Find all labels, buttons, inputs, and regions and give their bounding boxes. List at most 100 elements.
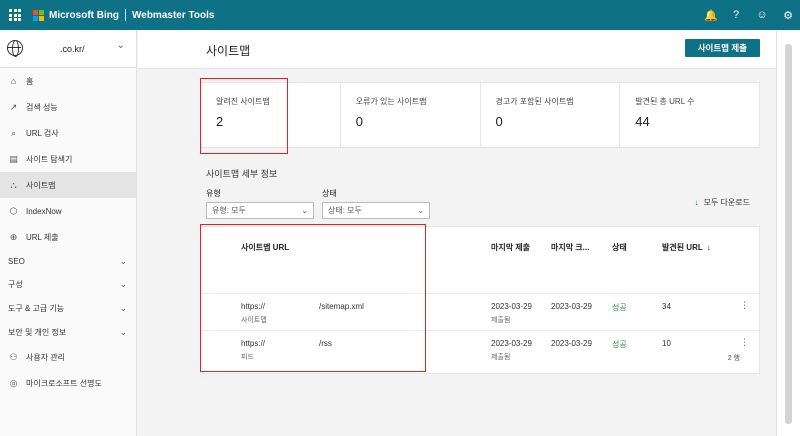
row-discovered: 34 xyxy=(662,302,671,311)
row-url-prefix: https:// xyxy=(241,302,266,311)
row-url-path[interactable]: /sitemap.xml xyxy=(319,302,364,311)
site-name: .co.kr/ xyxy=(60,44,85,54)
table-row[interactable]: https:// /rss 피드 2023-03-29 제출됨 2023-03-… xyxy=(201,330,759,367)
column-header-last-submitted[interactable]: 마지막 제출 xyxy=(491,242,530,253)
chevron-down-icon: ⌄ xyxy=(116,40,125,51)
stat-value: 0 xyxy=(495,114,503,129)
gear-icon[interactable]: ⚙ xyxy=(782,9,794,22)
sort-down-icon: ↓ xyxy=(706,243,711,252)
column-header-discovered[interactable]: 발견된 URL ↓ xyxy=(662,242,711,253)
sidebar-item-indexnow[interactable]: ⬡ IndexNow xyxy=(0,198,136,224)
sidebar-item-label: URL 검사 xyxy=(26,128,59,138)
chevron-down-icon: ⌄ xyxy=(119,255,127,266)
stat-discovered-urls: 발견된 총 URL 수 44 xyxy=(620,83,759,147)
status-filter-select[interactable]: 상태: 모두 ⌄ xyxy=(322,202,430,219)
type-filter-label: 유형 xyxy=(206,189,221,198)
help-icon[interactable]: ? xyxy=(730,9,742,21)
page-title: 사이트맵 xyxy=(206,44,251,58)
microsoft-logo-icon xyxy=(33,9,44,21)
stat-value: 0 xyxy=(355,114,363,129)
sidebar-item-user-management[interactable]: ⚇ 사용자 관리 xyxy=(0,344,136,370)
stat-error-sitemaps: 오류가 있는 사이트맵 0 xyxy=(341,83,481,147)
stat-label: 발견된 총 URL 수 xyxy=(635,97,695,106)
site-selector[interactable]: .co.kr/ ⌄ xyxy=(0,30,136,68)
page-header: 사이트맵 사이트맵 제출 xyxy=(138,30,776,69)
row-last-submitted: 2023-03-29 xyxy=(491,302,532,311)
top-icons: 🔔 ? ☺ ⚙ xyxy=(704,0,794,30)
type-filter-value: 유형: 모두 xyxy=(212,206,246,215)
bell-icon[interactable]: 🔔 xyxy=(704,9,718,22)
scrollbar[interactable] xyxy=(776,30,800,436)
sidebar-item-label: URL 제출 xyxy=(26,232,59,242)
more-options-icon[interactable]: ⋮ xyxy=(740,337,749,348)
globe-plus-icon: ⊕ xyxy=(9,231,18,242)
stats-card: 알려진 사이트맵 2 오류가 있는 사이트맵 0 경고가 포함된 사이트맵 0 … xyxy=(200,82,760,148)
clarity-icon: ◎ xyxy=(9,377,18,388)
chevron-down-icon: ⌄ xyxy=(301,206,308,215)
section-title: 사이트맵 세부 정보 xyxy=(206,169,278,179)
row-kind: 피드 xyxy=(241,354,254,361)
row-url-path[interactable]: /rss xyxy=(319,339,332,348)
row-discovered: 10 xyxy=(662,339,671,348)
status-filter-value: 상태: 모두 xyxy=(328,206,362,215)
home-icon: ⌂ xyxy=(10,76,17,86)
sidebar-item-site-explorer[interactable]: ▤ 사이트 탐색기 xyxy=(0,146,136,172)
scrollbar-thumb[interactable] xyxy=(785,44,792,424)
status-filter-label: 상태 xyxy=(322,189,337,198)
top-bar: Microsoft Bing Webmaster Tools 🔔 ? ☺ ⚙ xyxy=(0,0,800,30)
app-launcher-icon[interactable] xyxy=(9,9,21,21)
stat-known-sitemaps: 알려진 사이트맵 2 xyxy=(201,83,341,147)
brand-divider xyxy=(125,9,126,21)
column-header-status[interactable]: 상태 xyxy=(612,242,627,253)
download-label: 모두 다운로드 xyxy=(703,198,750,207)
sidebar-item-clarity[interactable]: ◎ 마이크로소프트 선명도 xyxy=(0,370,136,396)
users-icon: ⚇ xyxy=(9,351,18,362)
column-header-url[interactable]: 사이트맵 URL xyxy=(241,242,289,253)
sidebar-section-seo[interactable]: SEO ⌄ xyxy=(0,250,136,272)
sidebar-item-label: 사이트맵 xyxy=(26,180,56,190)
stat-warning-sitemaps: 경고가 포함된 사이트맵 0 xyxy=(481,83,621,147)
brand-name[interactable]: Microsoft Bing xyxy=(49,10,119,21)
status-badge: 성공 xyxy=(612,340,627,349)
table-row[interactable]: https:// /sitemap.xml 사이트맵 2023-03-29 제출… xyxy=(201,293,759,330)
chevron-down-icon: ⌄ xyxy=(119,326,127,337)
stat-label: 알려진 사이트맵 xyxy=(216,97,270,106)
sidebar-section-config[interactable]: 구성 ⌄ xyxy=(0,272,136,296)
more-options-icon[interactable]: ⋮ xyxy=(740,300,749,311)
sidebar-item-url-submission[interactable]: ⊕ URL 제출 xyxy=(0,224,136,250)
row-kind: 사이트맵 xyxy=(241,317,267,324)
row-count: 2 행 xyxy=(727,355,740,362)
document-icon: ▤ xyxy=(9,153,18,164)
row-submitted-note: 제출됨 xyxy=(491,354,511,361)
stat-label: 경고가 포함된 사이트맵 xyxy=(495,97,574,106)
type-filter-select[interactable]: 유형: 모두 ⌄ xyxy=(206,202,314,219)
smiley-icon[interactable]: ☺ xyxy=(756,9,768,21)
sidebar-item-label: 마이크로소프트 선명도 xyxy=(26,378,102,388)
main-content: 사이트맵 사이트맵 제출 알려진 사이트맵 2 오류가 있는 사이트맵 0 경고… xyxy=(138,30,776,436)
sidebar: .co.kr/ ⌄ ⌂ 홈 ↗ 검색 성능 ⌕ URL 검사 ▤ 사이트 탐색기… xyxy=(0,30,137,436)
submit-sitemap-button[interactable]: 사이트맵 제출 xyxy=(684,39,760,57)
sidebar-item-label: 홈 xyxy=(26,76,34,86)
sidebar-item-url-inspection[interactable]: ⌕ URL 검사 xyxy=(0,120,136,146)
column-header-last-crawled[interactable]: 마지막 크... xyxy=(551,242,589,253)
sidebar-section-tools[interactable]: 도구 & 고급 기능 ⌄ xyxy=(0,296,136,320)
chevron-down-icon: ⌄ xyxy=(119,278,127,289)
sidebar-nav: ⌂ 홈 ↗ 검색 성능 ⌕ URL 검사 ▤ 사이트 탐색기 ⛬ 사이트맵 ⬡ … xyxy=(0,68,136,396)
stat-value: 2 xyxy=(216,114,224,129)
search-icon: ⌕ xyxy=(10,127,17,138)
sidebar-item-sitemaps[interactable]: ⛬ 사이트맵 xyxy=(0,172,136,198)
stat-value: 44 xyxy=(635,114,650,129)
sidebar-item-home[interactable]: ⌂ 홈 xyxy=(0,68,136,94)
sidebar-item-search-performance[interactable]: ↗ 검색 성능 xyxy=(0,94,136,120)
sidebar-item-label: 사이트 탐색기 xyxy=(26,154,73,164)
chevron-down-icon: ⌄ xyxy=(417,206,424,215)
download-icon: ↓ xyxy=(694,198,699,207)
sidebar-item-label: IndexNow xyxy=(26,206,62,216)
row-last-submitted: 2023-03-29 xyxy=(491,339,532,348)
trend-icon: ↗ xyxy=(9,101,18,112)
product-name[interactable]: Webmaster Tools xyxy=(132,10,214,21)
download-all-button[interactable]: ↓ 모두 다운로드 xyxy=(695,197,750,208)
sidebar-section-security[interactable]: 보안 및 개인 정보 ⌄ xyxy=(0,320,136,344)
stat-label: 오류가 있는 사이트맵 xyxy=(355,97,427,106)
sidebar-item-label: 사용자 관리 xyxy=(26,352,66,362)
